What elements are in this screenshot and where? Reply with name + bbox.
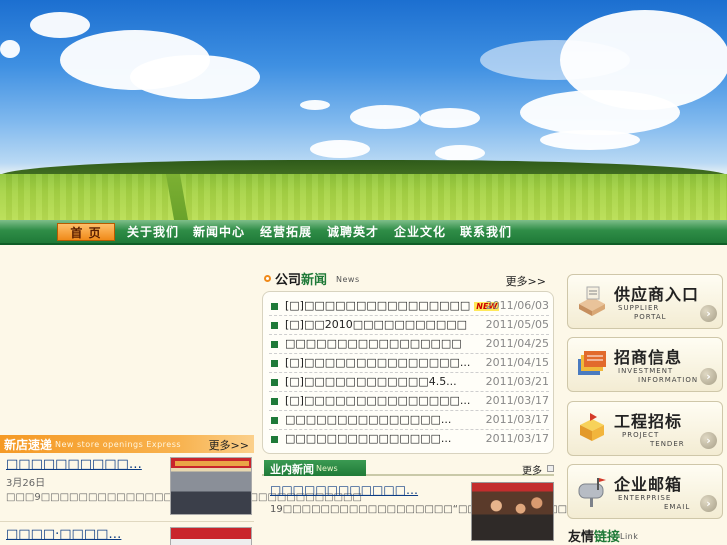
portal-subtitle-line2: EMAIL <box>664 503 691 511</box>
arrow-right-icon: › <box>700 305 717 322</box>
news-row[interactable]: [□]□□□□□□□□□□□□□□□... 2011/04/15 <box>269 354 549 373</box>
portal-subtitle-line2: PORTAL <box>634 313 667 321</box>
new-store-header: 新店速递 New store openings Express 更多>> <box>0 435 254 453</box>
square-bullet-icon <box>271 436 278 443</box>
new-store-title: 新店速递 <box>4 438 53 452</box>
industry-news-subtitle: News <box>316 464 338 473</box>
nav-item-about[interactable]: 关于我们 <box>124 223 182 241</box>
news-date: 2011/04/25 <box>485 337 549 350</box>
store-item: □□□□·□□□□… <box>0 527 254 545</box>
news-title: □□□□□□□□□□□□□□□... <box>285 432 452 445</box>
nav-item-home[interactable]: 首 页 <box>57 223 115 241</box>
arrow-right-icon: › <box>700 368 717 385</box>
industry-news-thumbnail[interactable] <box>471 482 554 541</box>
store-item: □□□□□□□□□□… 3月26日□□□9□□□□□□□□□□□□□□□□□□□… <box>0 457 362 519</box>
news-title: □□□□□□□□□□□□□□□... <box>285 413 452 426</box>
square-bullet-icon <box>271 322 278 329</box>
news-row[interactable]: □□□□□□□□□□□□□□□... 2011/03/17 <box>269 411 549 430</box>
portal-title: 供应商入口 <box>614 285 700 304</box>
news-row[interactable]: □□□□□□□□□□□□□□□□□ 2011/04/25 <box>269 335 549 354</box>
nav-item-business[interactable]: 经营拓展 <box>257 223 315 241</box>
company-news-title: 公司新闻 <box>275 273 328 288</box>
news-row[interactable]: [□]□□2010□□□□□□□□□□□ 2011/05/05 <box>269 316 549 335</box>
left-column: 新店速递 New store openings Express 更多>> □□□… <box>0 247 362 545</box>
portal-subtitle-line1: PROJECT <box>622 431 660 439</box>
square-bullet-icon <box>271 417 278 424</box>
friend-links-subtitle: Link <box>620 532 639 541</box>
header-banner <box>0 0 727 220</box>
square-bullet-icon <box>271 398 278 405</box>
bullet-icon <box>264 275 271 282</box>
industry-news-more-link[interactable]: 更多 <box>522 462 542 477</box>
mailbox-icon <box>578 478 606 507</box>
project-tender-button[interactable]: 工程招标 PROJECT TENDER › <box>567 401 723 456</box>
portal-subtitle-line2: INFORMATION <box>638 376 699 384</box>
nav-item-careers[interactable]: 诚聘英才 <box>324 223 382 241</box>
portal-subtitle-line2: TENDER <box>650 440 685 448</box>
store-thumbnail[interactable] <box>170 457 252 515</box>
news-date: 2011/06/03 <box>485 299 549 312</box>
arrow-right-icon: › <box>700 432 717 449</box>
portal-subtitle-line1: ENTERPRISE <box>618 494 672 502</box>
nav-item-news[interactable]: 新闻中心 <box>190 223 248 241</box>
news-title: [□]□□□□□□□□□□□□□□□□ <box>285 299 471 312</box>
portal-title: 招商信息 <box>614 348 683 367</box>
square-bullet-icon <box>271 303 278 310</box>
store-item-desc: 3月26日□□□9□□□□□□□□□□□□□□□□□□□□□□□□□□□□□□□… <box>6 478 362 503</box>
friend-links-title: 友情链接 <box>568 530 621 545</box>
square-bullet-icon <box>271 341 278 348</box>
company-news-list: [□]□□□□□□□□□□□□□□□□ NEW 2011/06/03 [□]□□2… <box>262 291 554 454</box>
supplier-icon <box>579 286 605 316</box>
news-title: □□□□□□□□□□□□□□□□□ <box>285 337 462 350</box>
news-row[interactable]: [□]□□□□□□□□□□□□4.5... 2011/03/21 <box>269 373 549 392</box>
news-title: [□]□□□□□□□□□□□□□□□... <box>285 356 471 369</box>
industry-news-tab: 业内新闻 News <box>264 460 366 476</box>
industry-news-item-desc: 19□□□□□□□□□□□□□□□□□□“□□□”□□□□□□□□□□□□□□□… <box>270 503 709 517</box>
portal-subtitle-line1: SUPPLIER <box>618 304 660 312</box>
news-row[interactable]: [□]□□□□□□□□□□□□□□□□ NEW 2011/06/03 <box>269 297 549 316</box>
news-date: 2011/03/21 <box>485 375 549 388</box>
store-item-title[interactable]: □□□□□□□□□□… <box>6 457 142 472</box>
news-date: 2011/03/17 <box>485 394 549 407</box>
supplier-portal-button[interactable]: 供应商入口 SUPPLIER PORTAL › <box>567 274 723 329</box>
company-news-subtitle: News <box>336 275 360 284</box>
news-title: [□]□□2010□□□□□□□□□□□ <box>285 318 468 331</box>
enterprise-email-button[interactable]: 企业邮箱 ENTERPRISE EMAIL › <box>567 464 723 519</box>
industry-news-item-title[interactable]: □□□□□□□□□□□□… <box>270 483 418 497</box>
new-store-more-link[interactable]: 更多>> <box>209 437 249 453</box>
more-square-icon[interactable] <box>547 465 554 472</box>
investment-info-button[interactable]: 招商信息 INVESTMENT INFORMATION › <box>567 337 723 392</box>
portal-subtitle-line1: INVESTMENT <box>618 367 674 375</box>
center-column: 公司新闻 News 更多>> [□]□□□□□□□□□□□□□□□□ NEW 20… <box>262 247 709 545</box>
news-title: [□]□□□□□□□□□□□□4.5... <box>285 375 457 388</box>
investment-icon <box>578 351 606 375</box>
company-news-more-link[interactable]: 更多>> <box>506 273 546 289</box>
portal-title: 企业邮箱 <box>614 475 683 494</box>
news-row[interactable]: [□]□□□□□□□□□□□□□□□... 2011/03/17 <box>269 392 549 411</box>
square-bullet-icon <box>271 379 278 386</box>
nav-item-contact[interactable]: 联系我们 <box>457 223 515 241</box>
industry-news-title: 业内新闻 <box>270 463 314 476</box>
news-row[interactable]: □□□□□□□□□□□□□□□... 2011/03/17 <box>269 430 549 449</box>
store-item-title[interactable]: □□□□·□□□□… <box>6 527 121 542</box>
news-date: 2011/03/17 <box>485 432 549 445</box>
main-nav: 首 页 关于我们 新闻中心 经营拓展 诚聘英才 企业文化 联系我们 <box>0 220 727 245</box>
industry-news-header: 业内新闻 News 更多 <box>262 460 554 477</box>
project-icon <box>580 413 604 441</box>
news-date: 2011/05/05 <box>485 318 549 331</box>
right-column: 供应商入口 SUPPLIER PORTAL › 招商信息 INVESTMENT … <box>566 247 727 545</box>
arrow-right-icon: › <box>700 495 717 512</box>
company-news-header: 公司新闻 News 更多>> <box>262 269 554 289</box>
news-date: 2011/04/15 <box>485 356 549 369</box>
square-bullet-icon <box>271 360 278 367</box>
news-date: 2011/03/17 <box>485 413 549 426</box>
new-store-subtitle: New store openings Express <box>55 440 182 449</box>
store-thumbnail[interactable] <box>170 527 252 545</box>
news-title: [□]□□□□□□□□□□□□□□□... <box>285 394 471 407</box>
portal-title: 工程招标 <box>614 412 683 431</box>
nav-item-culture[interactable]: 企业文化 <box>391 223 449 241</box>
